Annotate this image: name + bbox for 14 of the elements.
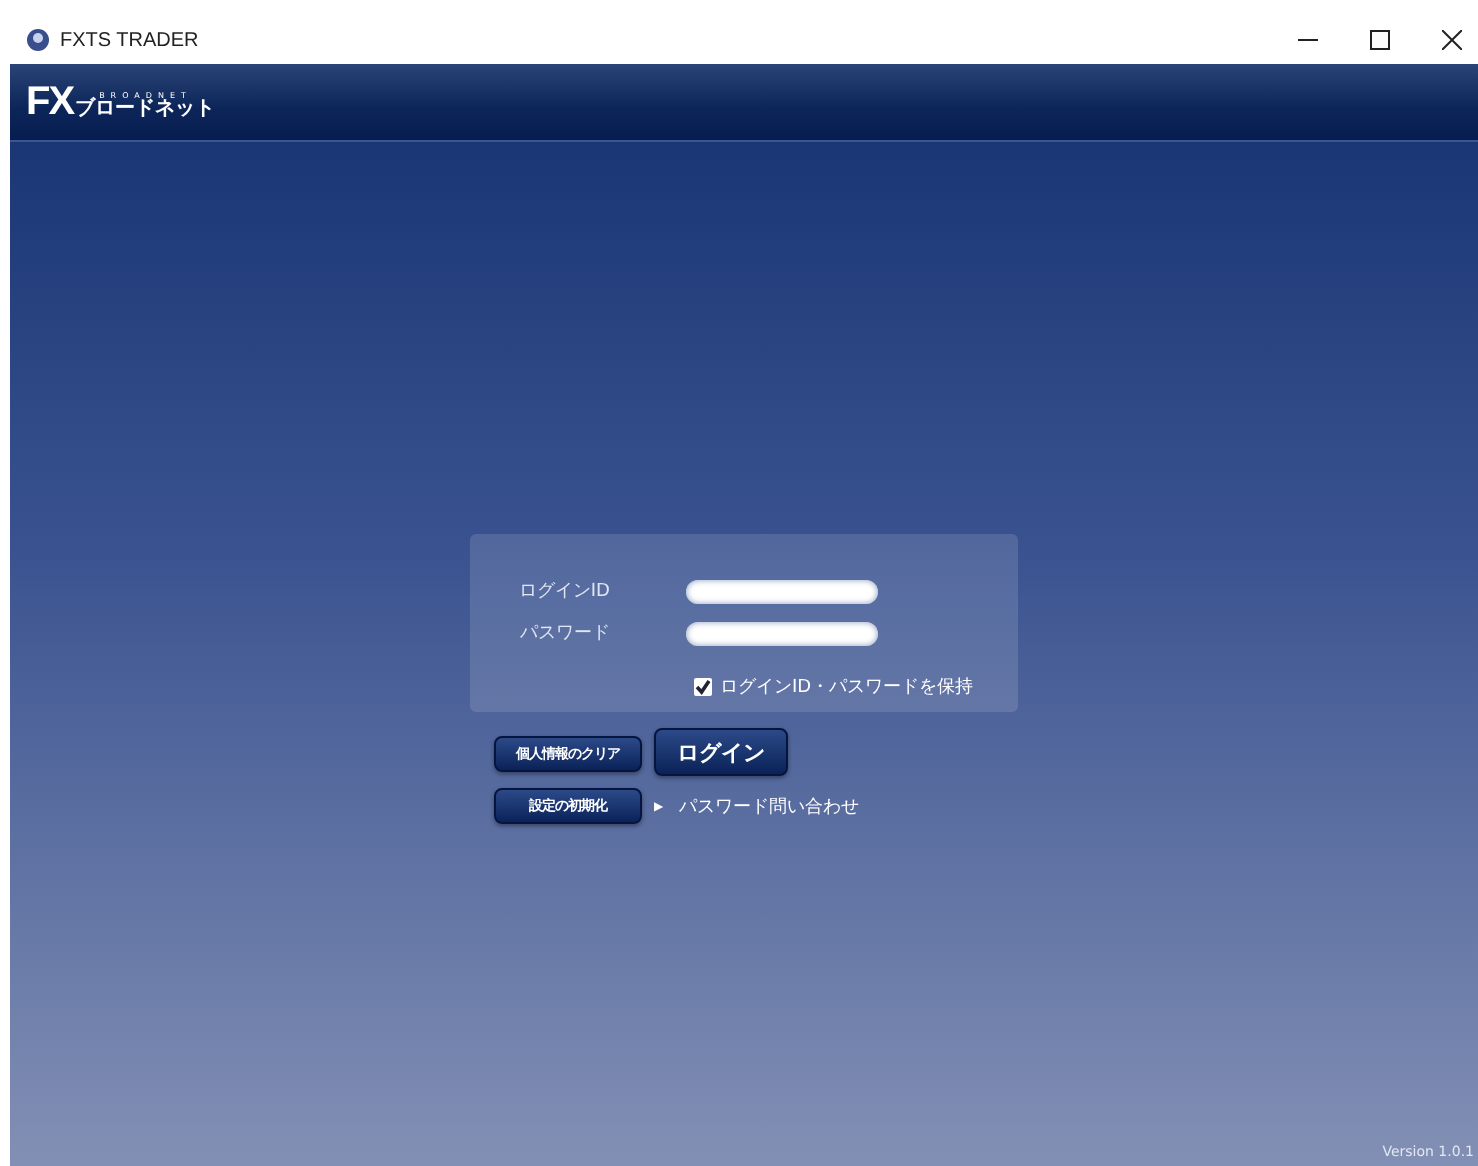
- window-title: FXTS TRADER: [60, 29, 199, 51]
- close-icon[interactable]: [1442, 30, 1462, 50]
- password-label: パスワード: [518, 622, 610, 646]
- login-button[interactable]: ログイン: [654, 728, 788, 776]
- login-id-label: ログインID: [516, 580, 610, 604]
- remember-checkbox[interactable]: [694, 678, 712, 696]
- remember-label: ログインID・パスワードを保持: [720, 675, 974, 700]
- logo-katakana: ブロードネット: [75, 100, 216, 120]
- login-id-field[interactable]: [686, 579, 878, 603]
- app-icon: [26, 28, 50, 52]
- password-inquiry-link[interactable]: パスワード問い合わせ: [679, 794, 860, 820]
- logo-text: FX: [26, 84, 74, 120]
- password-field[interactable]: [686, 621, 878, 645]
- maximize-icon[interactable]: [1370, 30, 1390, 50]
